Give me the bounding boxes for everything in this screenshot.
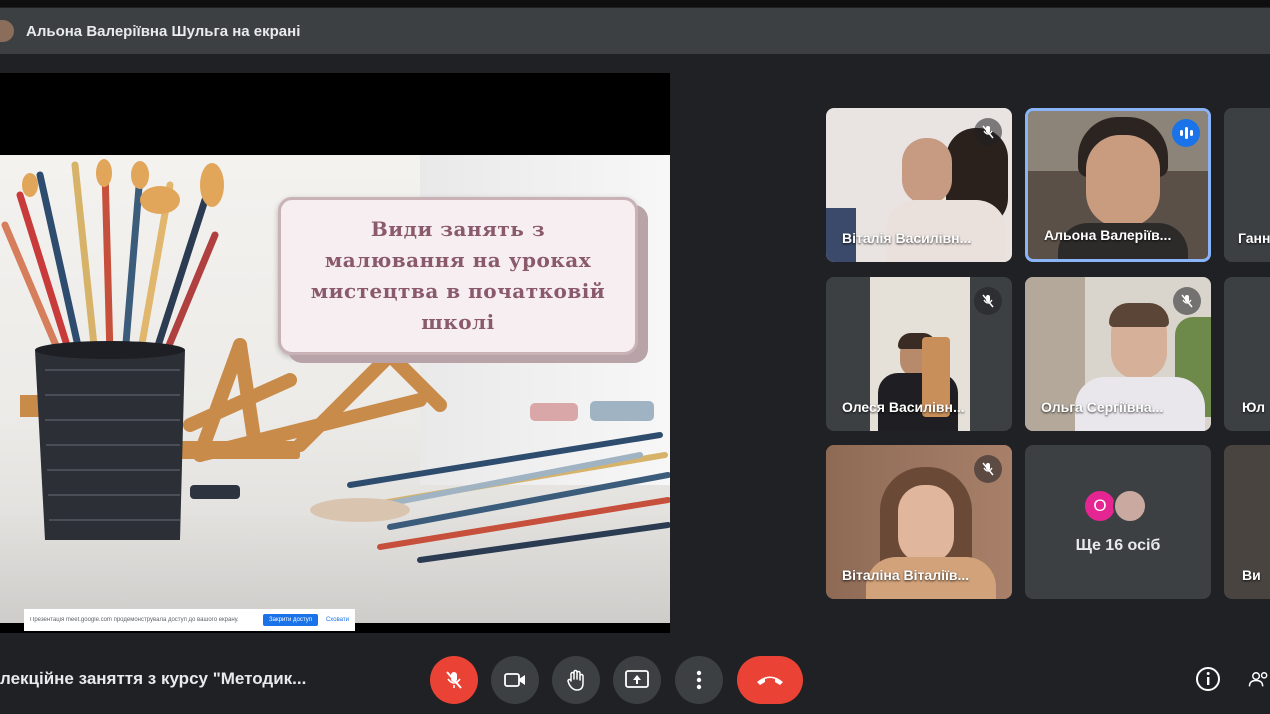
slide-title: Види занять з малювання на уроках мистец… xyxy=(311,214,605,338)
people-icon xyxy=(1248,672,1268,687)
raise-hand-icon xyxy=(567,669,584,691)
presenter-banner: Альона Валеріївна Шульга на екрані xyxy=(0,8,1270,54)
more-options-button[interactable] xyxy=(675,656,723,704)
participant-tile[interactable]: Юл xyxy=(1224,277,1270,431)
leave-call-button[interactable] xyxy=(737,656,803,704)
speaking-indicator-icon xyxy=(1172,119,1200,147)
participant-tile[interactable]: Ганн xyxy=(1224,108,1270,262)
more-participants-avatars: О xyxy=(1083,489,1147,523)
self-view-tile[interactable]: Ви xyxy=(1224,445,1270,599)
mic-off-icon xyxy=(974,287,1002,315)
slide-title-card: Види занять з малювання на уроках мистец… xyxy=(278,197,638,355)
presenter-avatar xyxy=(0,20,14,42)
leave-call-icon xyxy=(757,676,783,685)
present-screen-icon xyxy=(625,670,649,688)
camera-toggle-button[interactable] xyxy=(491,656,539,704)
slide-title-line: школі xyxy=(421,310,495,334)
mic-off-icon xyxy=(974,118,1002,146)
participant-name: Віталія Василівн... xyxy=(842,230,972,246)
participant-name: Олеся Василівн... xyxy=(842,399,965,415)
participant-tile[interactable]: Віталія Василівн... xyxy=(826,108,1012,262)
info-icon xyxy=(1196,667,1220,691)
slide-title-line: мистецтва в початковій xyxy=(310,279,606,303)
participant-name: Ви xyxy=(1242,567,1261,583)
microphone-toggle-button[interactable] xyxy=(430,656,478,704)
camera-icon xyxy=(504,673,525,687)
hide-notice-button[interactable]: Сховати xyxy=(326,617,349,623)
share-notice-text: Презентація meet.google.com продемонстру… xyxy=(30,617,239,623)
participant-name: Віталіна Віталіїв... xyxy=(842,567,970,583)
present-screen-button[interactable] xyxy=(613,656,661,704)
meeting-details-button[interactable] xyxy=(1193,664,1223,694)
participant-tile-active-speaker[interactable]: Альона Валеріїв... xyxy=(1025,108,1211,262)
avatar-photo xyxy=(1113,489,1147,523)
stop-sharing-button[interactable]: Закрити доступ xyxy=(263,614,318,626)
participant-name: Юл xyxy=(1242,399,1265,415)
shared-screen[interactable]: Види занять з малювання на уроках мистец… xyxy=(0,73,670,633)
raise-hand-button[interactable] xyxy=(552,656,600,704)
participant-tile[interactable]: Олеся Василівн... xyxy=(826,277,1012,431)
presenter-banner-text: Альона Валеріївна Шульга на екрані xyxy=(26,22,301,40)
presentation-slide: Види занять з малювання на уроках мистец… xyxy=(0,155,670,623)
participant-name: Ольга Сергіївна... xyxy=(1041,399,1164,415)
participant-tile[interactable]: Ольга Сергіївна... xyxy=(1025,277,1211,431)
more-participants-tile[interactable]: О Ще 16 осіб xyxy=(1025,445,1211,599)
participants-button[interactable] xyxy=(1248,664,1270,694)
participant-name: Альона Валеріїв... xyxy=(1044,227,1172,243)
mic-off-icon xyxy=(446,671,462,689)
avatar: О xyxy=(1083,489,1117,523)
more-options-icon xyxy=(696,670,702,690)
participant-tile[interactable]: Віталіна Віталіїв... xyxy=(826,445,1012,599)
meeting-title: лекційне заняття з курсу "Методик... xyxy=(0,669,307,688)
slide-title-line: малювання на уроках xyxy=(324,248,592,272)
window-top-edge xyxy=(0,0,1270,7)
screen-share-notice: Презентація meet.google.com продемонстру… xyxy=(24,609,355,631)
more-participants-label: Ще 16 осіб xyxy=(1075,537,1161,554)
mic-off-icon xyxy=(974,455,1002,483)
participant-name: Ганн xyxy=(1238,230,1270,246)
mic-off-icon xyxy=(1173,287,1201,315)
control-bar: лекційне заняття з курсу "Методик... xyxy=(0,640,1270,714)
slide-title-line: Види занять з xyxy=(370,217,546,241)
